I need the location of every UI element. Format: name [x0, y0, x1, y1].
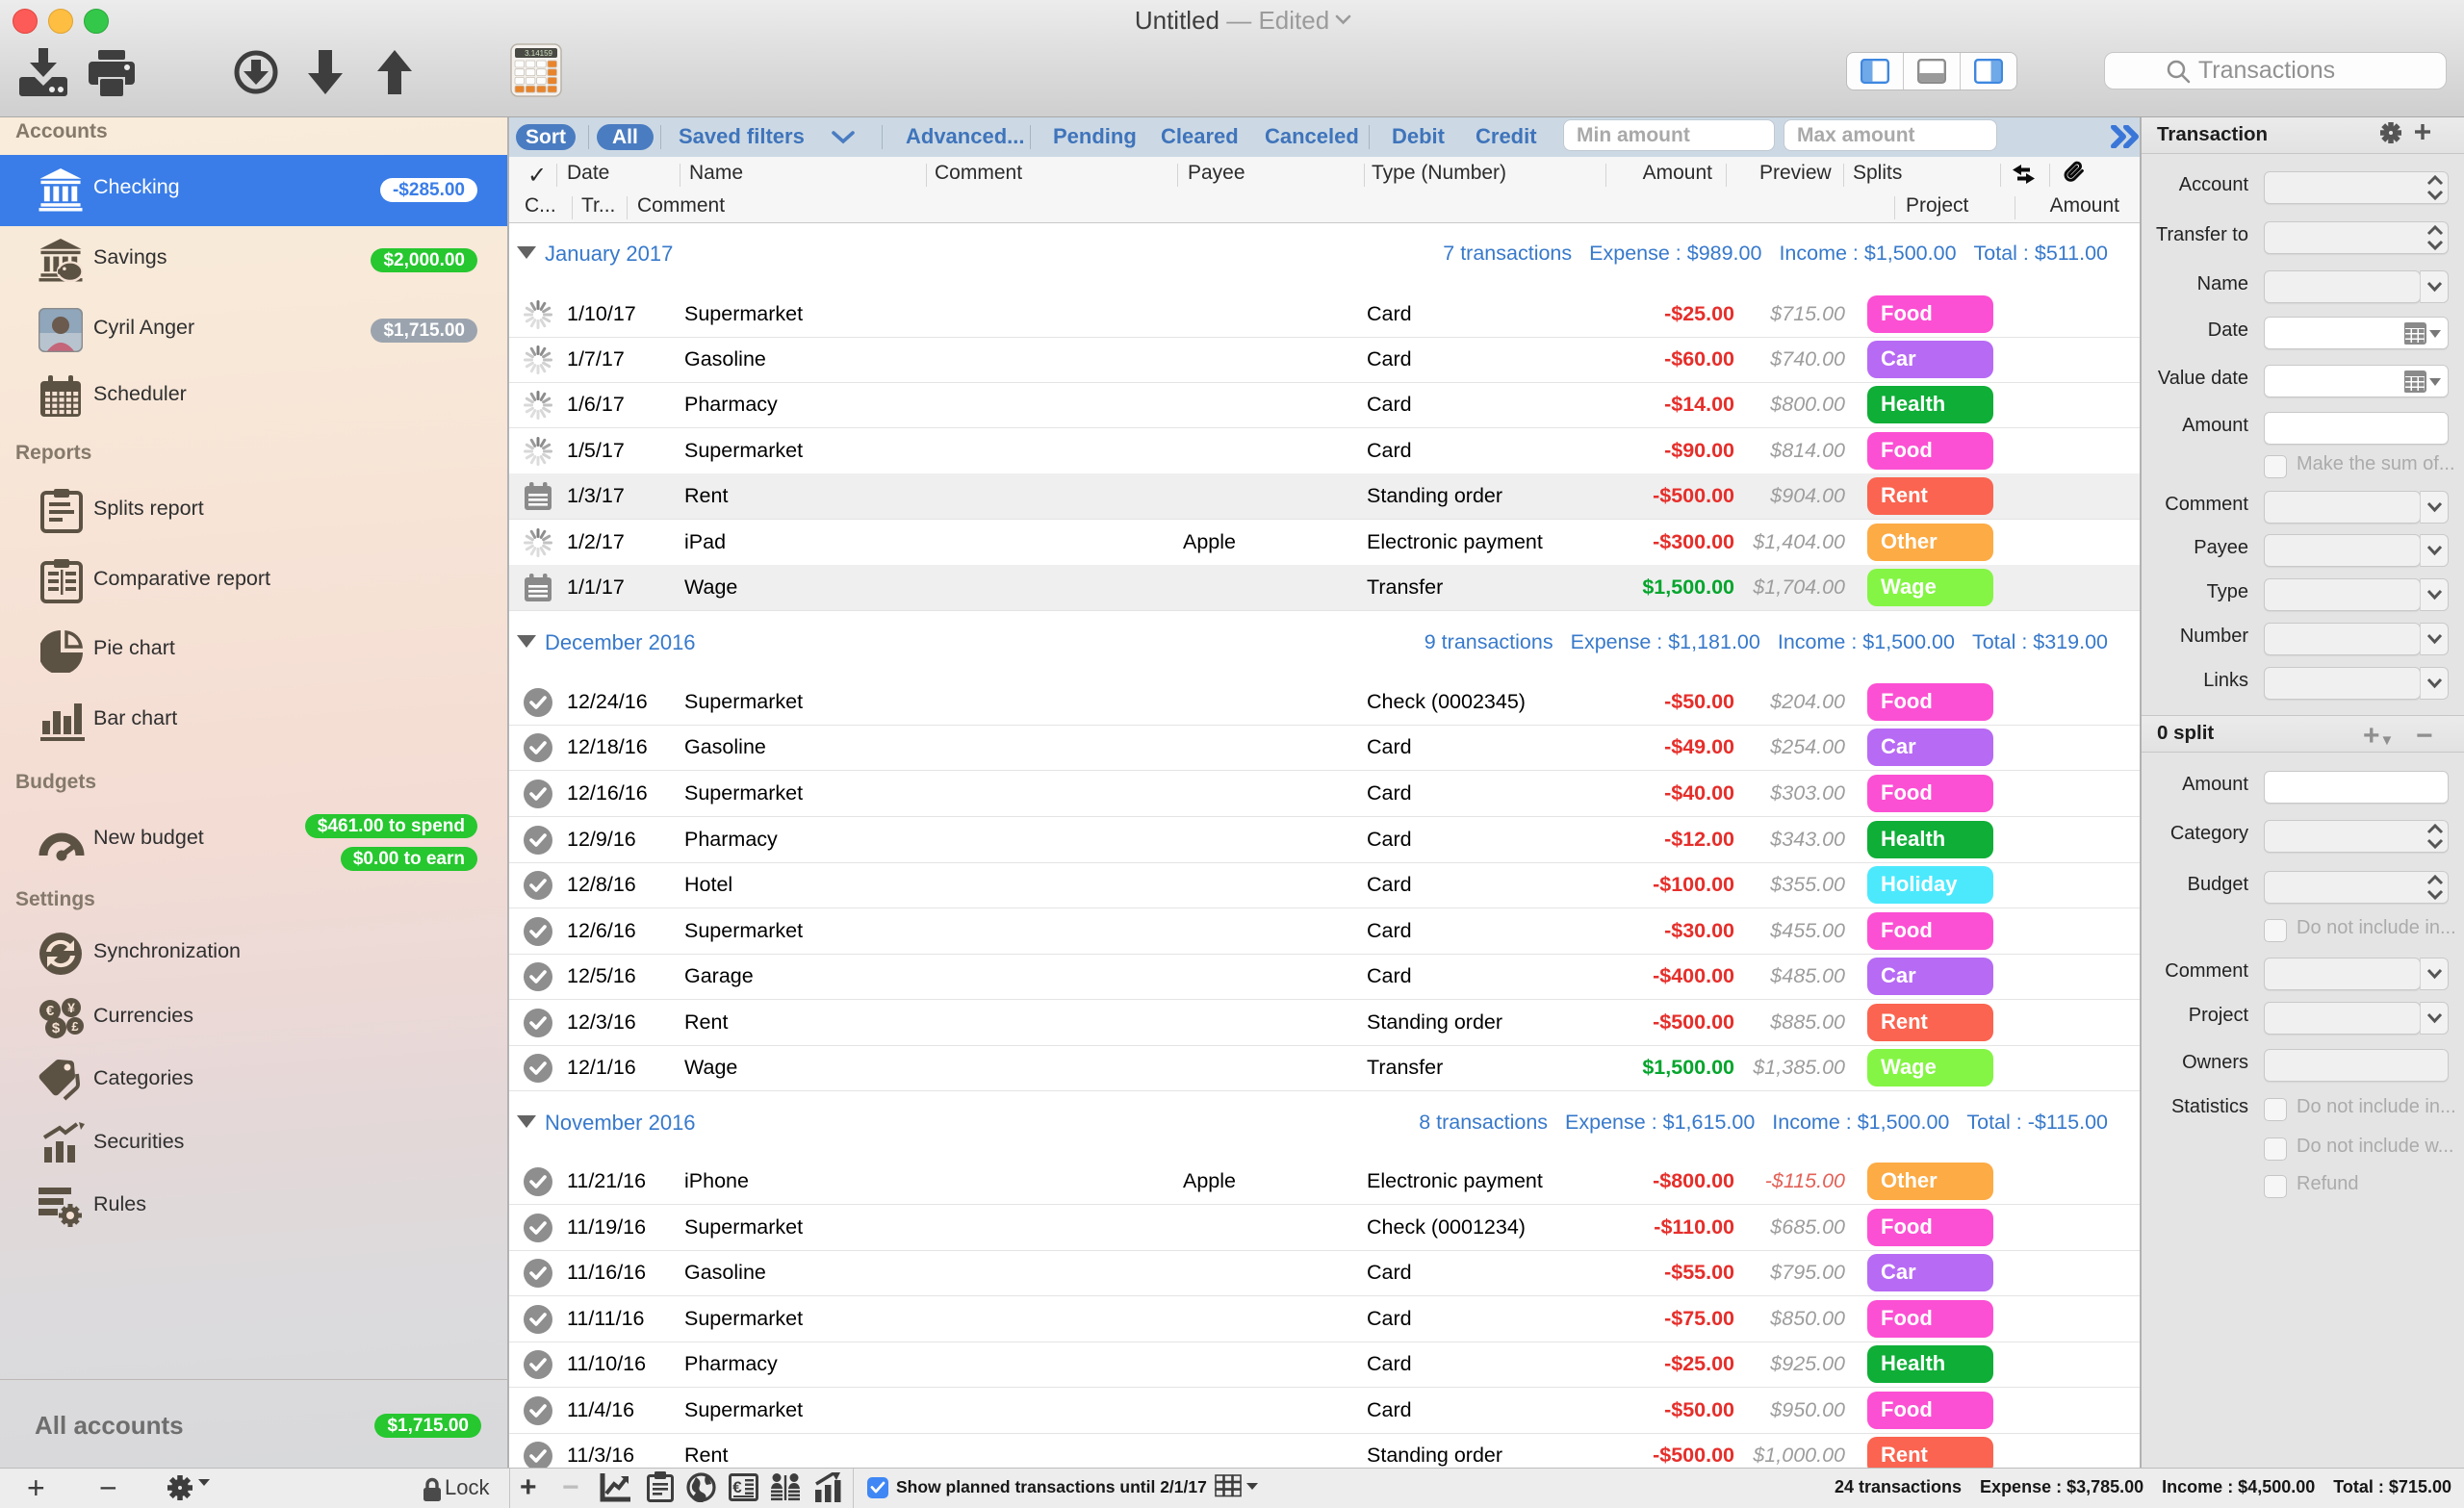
- svg-text:€: €: [46, 1003, 55, 1019]
- svg-text:€: €: [732, 1478, 742, 1496]
- svg-text:£: £: [71, 1019, 79, 1034]
- svg-text:3.14159: 3.14159: [525, 49, 552, 58]
- svg-text:$: $: [52, 1020, 61, 1036]
- svg-text:¥: ¥: [67, 1000, 75, 1015]
